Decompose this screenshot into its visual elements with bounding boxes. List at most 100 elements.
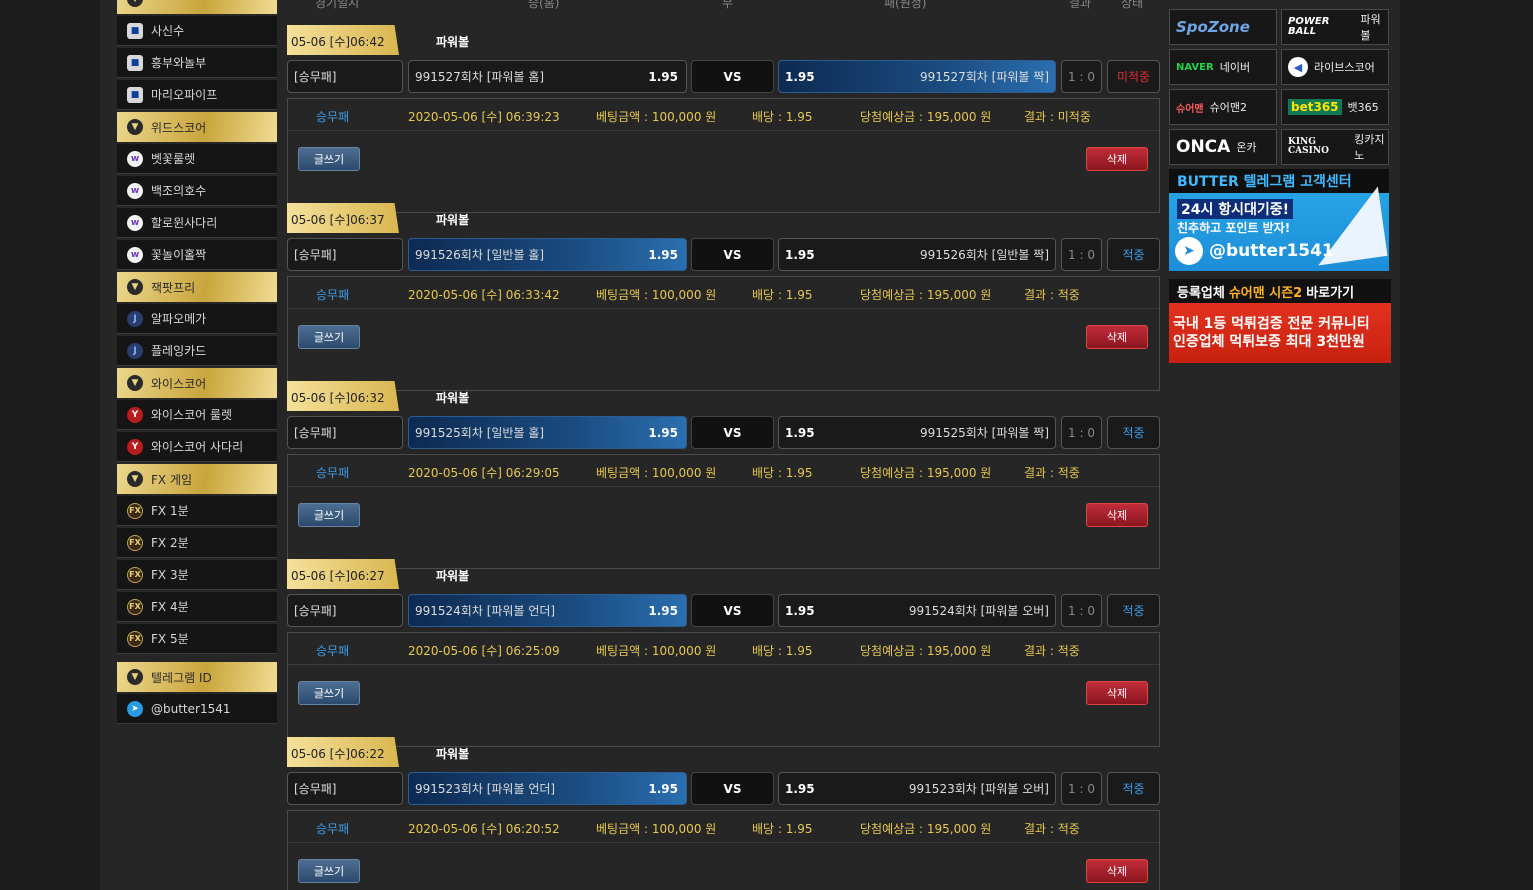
detail-odds: 배당 : 1.95	[752, 644, 813, 658]
home-pick[interactable]: 991523회차 [파워볼 언더] 1.95	[408, 772, 687, 805]
sidebar-item-label: 사신수	[151, 24, 185, 38]
sidebar-group-0[interactable]: ▼	[117, 0, 277, 14]
home-pick[interactable]: 991526회차 [일반볼 홀] 1.95	[408, 238, 687, 271]
bet-logo-icon: bet365	[1288, 99, 1342, 115]
detail-line: 승무패 2020-05-06 [수] 06:20:52 베팅금액 : 100,000…	[288, 811, 1159, 843]
home-pick[interactable]: 991524회차 [파워볼 언더] 1.95	[408, 594, 687, 627]
away-label: 991527회차 [파워볼 짝]	[919, 70, 1049, 84]
sidebar-item[interactable]: ■ 마리오파이프	[117, 80, 277, 110]
sidebar-item[interactable]: FX FX 3분	[117, 560, 277, 590]
away-label: 991524회차 [파워볼 오버]	[908, 604, 1049, 618]
sidebar-item[interactable]: FX FX 2분	[117, 528, 277, 558]
detail-result: 결과 : 미적중	[1024, 110, 1091, 124]
detail-time: 2020-05-06 [수] 06:25:09	[408, 644, 560, 658]
match-date-tag: 05-06 [수]06:37	[287, 203, 399, 233]
write-button[interactable]: 글쓰기	[298, 503, 360, 527]
write-button[interactable]: 글쓰기	[298, 325, 360, 349]
home-pick[interactable]: 991527회차 [파워볼 홈] 1.95	[408, 60, 687, 93]
bet-detail: 승무패 2020-05-06 [수] 06:25:09 베팅금액 : 100,000…	[287, 632, 1160, 747]
home-odds: 1.95	[648, 781, 678, 796]
detail-line: 승무패 2020-05-06 [수] 06:25:09 베팅금액 : 100,000…	[288, 633, 1159, 665]
sidebar-item-label: FX 5분	[151, 632, 189, 646]
score-cell: 1 : 0	[1061, 594, 1102, 627]
game-name: 파워볼	[436, 569, 470, 583]
detail-expected: 당첨예상금 : 195,000 원	[860, 288, 992, 302]
site-link-sure[interactable]: 슈어맨 슈어맨2	[1169, 89, 1277, 125]
withscore-icon: w	[127, 214, 143, 231]
sidebar-group-2[interactable]: ▼ 잭팟프리	[117, 272, 277, 302]
detail-odds: 배당 : 1.95	[752, 466, 813, 480]
sidebar-item[interactable]: Y 와이스코어 사다리	[117, 432, 277, 462]
sidebar-item[interactable]: ■ 사신수	[117, 16, 277, 46]
sidebar-item[interactable]: J 알파오메가	[117, 304, 277, 334]
site-link-naver[interactable]: NAVER 네이버	[1169, 49, 1277, 85]
match-date-tag: 05-06 [수]06:22	[287, 737, 399, 767]
away-pick[interactable]: 1.95 991526회차 [일반볼 짝]	[778, 238, 1056, 271]
sidebar-item[interactable]: w 백조의호수	[117, 176, 277, 206]
vs-badge: VS	[691, 416, 774, 449]
sidebar-item[interactable]: w 할로윈사다리	[117, 208, 277, 238]
site-link-king[interactable]: KING CASINO 킹카지노	[1281, 129, 1389, 165]
site-link-bet[interactable]: bet365 뱃365	[1281, 89, 1389, 125]
chevron-down-icon: ▼	[127, 375, 143, 391]
delete-button[interactable]: 삭제	[1086, 681, 1148, 705]
wisescore-icon: Y	[127, 406, 143, 423]
write-button[interactable]: 글쓰기	[298, 859, 360, 883]
bet-type-cell: [승무패]	[287, 594, 403, 627]
sureman-banner-body: 국내 1등 먹튀검증 전문 커뮤니티 인증업체 먹튀보증 최대 3천만원	[1169, 303, 1391, 363]
detail-type: 승무패	[316, 822, 350, 836]
site-label: 킹카지노	[1354, 133, 1385, 162]
site-link-onca[interactable]: ONCA 온카	[1169, 129, 1277, 165]
away-pick[interactable]: 1.95 991525회차 [파워볼 짝]	[778, 416, 1056, 449]
sidebar-group-3[interactable]: ▼ 와이스코어	[117, 368, 277, 398]
telegram-banner[interactable]: BUTTER 텔레그램 고객센터 24시 항시대기중! 친추하고 포인트 받자!…	[1169, 169, 1389, 271]
sidebar-item[interactable]: w 벳꽃룰렛	[117, 144, 277, 174]
site-link-pb[interactable]: POWER BALL 파워볼	[1281, 9, 1389, 45]
away-pick[interactable]: 1.95 991524회차 [파워볼 오버]	[778, 594, 1056, 627]
sidebar-item[interactable]: FX FX 1분	[117, 496, 277, 526]
write-button[interactable]: 글쓰기	[298, 681, 360, 705]
sidebar-item[interactable]: J 플레잉카드	[117, 336, 277, 366]
sidebar-item[interactable]: FX FX 4분	[117, 592, 277, 622]
vs-badge: VS	[691, 594, 774, 627]
sureman-line1: 국내 1등 먹튀검증 전문 커뮤니티	[1173, 316, 1370, 332]
delete-button[interactable]: 삭제	[1086, 325, 1148, 349]
game-name: 파워볼	[436, 35, 470, 49]
withscore-icon: w	[127, 150, 143, 167]
sidebar-group-telegram[interactable]: ▼ 텔레그램 ID	[117, 662, 277, 692]
delete-button[interactable]: 삭제	[1086, 147, 1148, 171]
sidebar-group-1[interactable]: ▼ 위드스코어	[117, 112, 277, 142]
sureman-banner[interactable]: 등록업체 슈어맨 시즌2 바로가기 국내 1등 먹튀검증 전문 커뮤니티 인증업…	[1169, 279, 1391, 363]
detail-odds: 배당 : 1.95	[752, 110, 813, 124]
sidebar-item-label: FX 4분	[151, 600, 189, 614]
sidebar-item[interactable]: Y 와이스코어 룰렛	[117, 400, 277, 430]
sidebar-item-label: 할로윈사다리	[151, 216, 218, 230]
app-square-icon: ■	[127, 86, 143, 103]
away-pick[interactable]: 1.95 991527회차 [파워볼 짝]	[778, 60, 1056, 93]
sidebar-group-4[interactable]: ▼ FX 게임	[117, 464, 277, 494]
home-odds: 1.95	[648, 425, 678, 440]
away-label: 991525회차 [파워볼 짝]	[919, 426, 1049, 440]
detail-line: 승무패 2020-05-06 [수] 06:39:23 베팅금액 : 100,000…	[288, 99, 1159, 131]
away-odds: 1.95	[785, 603, 815, 618]
site-link-spo[interactable]: SpoZone	[1169, 9, 1277, 45]
sidebar-item[interactable]: FX FX 5분	[117, 624, 277, 654]
bet-detail: 승무패 2020-05-06 [수] 06:29:05 베팅금액 : 100,000…	[287, 454, 1160, 569]
away-pick[interactable]: 1.95 991523회차 [파워볼 오버]	[778, 772, 1056, 805]
home-label: 991527회차 [파워볼 홈]	[415, 70, 545, 84]
sidebar-item[interactable]: ■ 흥부와놀부	[117, 48, 277, 78]
bet-type-cell: [승무패]	[287, 60, 403, 93]
sidebar-item[interactable]: w 꽃놀이홀짝	[117, 240, 277, 270]
delete-button[interactable]: 삭제	[1086, 503, 1148, 527]
sure-logo-icon: 슈어맨	[1176, 103, 1204, 115]
delete-button[interactable]: 삭제	[1086, 859, 1148, 883]
home-pick[interactable]: 991525회차 [일반볼 홀] 1.95	[408, 416, 687, 449]
detail-line: 승무패 2020-05-06 [수] 06:29:05 베팅금액 : 100,000…	[288, 455, 1159, 487]
write-button[interactable]: 글쓰기	[298, 147, 360, 171]
sidebar-item-telegram-id[interactable]: ➤ @butter1541	[117, 694, 277, 724]
site-link-live[interactable]: ◀ 라이브스코어	[1281, 49, 1389, 85]
naver-logo-icon: NAVER	[1176, 61, 1214, 73]
detail-amount: 베팅금액 : 100,000 원	[596, 110, 717, 124]
fx-coin-icon: FX	[127, 534, 143, 551]
sidebar-item-label: 흥부와놀부	[151, 56, 207, 70]
